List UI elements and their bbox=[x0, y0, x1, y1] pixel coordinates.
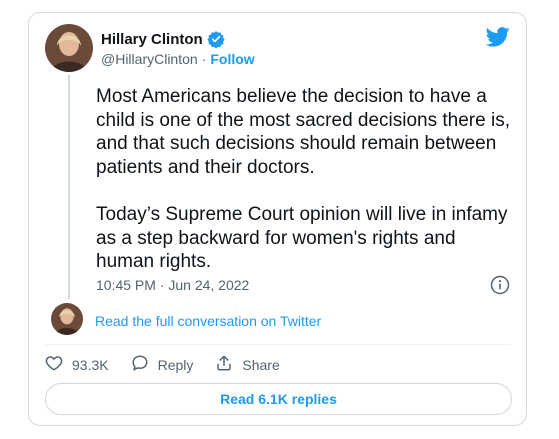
tweet-paragraph-2: Today’s Supreme Court opinion will live … bbox=[96, 204, 508, 272]
reply-button[interactable]: Reply bbox=[131, 354, 194, 375]
author-name-row: Hillary Clinton bbox=[101, 30, 225, 49]
follow-button[interactable]: Follow bbox=[210, 51, 254, 67]
author-name[interactable]: Hillary Clinton bbox=[101, 31, 203, 48]
speech-bubble-icon bbox=[131, 354, 149, 375]
twitter-bird-icon[interactable] bbox=[485, 27, 510, 47]
share-button[interactable]: Share bbox=[215, 354, 280, 375]
tweet-card: Hillary Clinton @HillaryClinton · Follow… bbox=[28, 12, 527, 426]
author-handle[interactable]: @HillaryClinton bbox=[101, 51, 198, 67]
separator-dot: · bbox=[201, 51, 207, 67]
conversation-avatar[interactable] bbox=[51, 303, 83, 335]
reply-label: Reply bbox=[157, 356, 194, 373]
tweet-timestamp[interactable]: 10:45 PM · Jun 24, 2022 bbox=[96, 277, 249, 293]
divider bbox=[45, 344, 510, 345]
author-handle-row: @HillaryClinton · Follow bbox=[101, 51, 255, 67]
author-avatar[interactable] bbox=[45, 24, 93, 72]
like-button[interactable]: 93.3K bbox=[45, 354, 109, 375]
full-conversation-link[interactable]: Read the full conversation on Twitter bbox=[95, 313, 321, 329]
like-count: 93.3K bbox=[72, 356, 109, 373]
tweet-text: Most Americans believe the decision to h… bbox=[96, 85, 516, 274]
share-label: Share bbox=[242, 356, 280, 373]
share-upload-icon bbox=[215, 354, 233, 375]
heart-icon bbox=[45, 354, 63, 375]
action-bar: 93.3K Reply Share bbox=[45, 354, 302, 375]
read-replies-label: Read 6.1K replies bbox=[220, 391, 337, 407]
info-icon[interactable] bbox=[490, 275, 510, 295]
verified-badge-icon bbox=[207, 30, 225, 49]
thread-line bbox=[68, 75, 70, 299]
tweet-paragraph-1: Most Americans believe the decision to h… bbox=[96, 86, 510, 178]
read-replies-button[interactable]: Read 6.1K replies bbox=[45, 383, 512, 415]
